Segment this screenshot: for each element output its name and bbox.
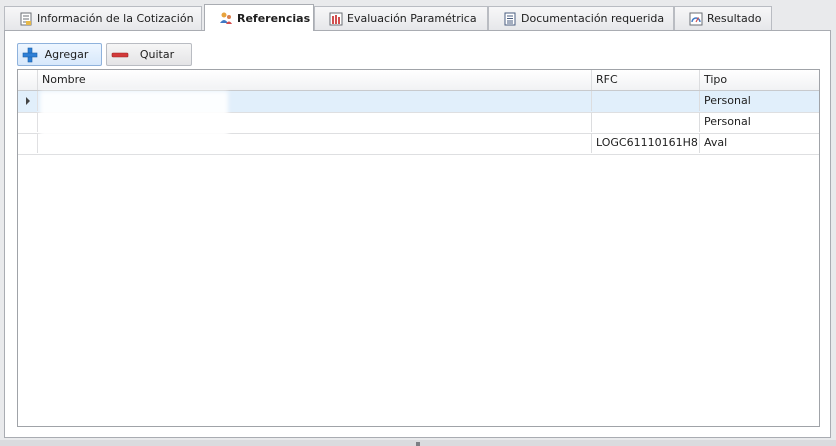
referencias-panel: Agregar Quitar Nombre RFC Tipo Personal … (4, 30, 831, 438)
tab-informacion-cotizacion[interactable]: Información de la Cotización (4, 6, 202, 30)
indicator-header (18, 70, 38, 90)
cell-rfc[interactable] (592, 112, 700, 132)
cell-rfc[interactable]: LOGC61110161H8 (592, 133, 700, 153)
row-pointer-icon (26, 97, 30, 105)
cell-rfc[interactable] (592, 91, 700, 111)
tab-label: Referencias (237, 11, 311, 25)
bar-chart-icon (329, 12, 343, 26)
people-icon (219, 11, 233, 25)
resize-grip-icon[interactable] (416, 442, 420, 446)
tab-label: Información de la Cotización (37, 12, 194, 25)
plus-icon (22, 47, 38, 63)
tab-documentacion-requerida[interactable]: Documentación requerida (488, 6, 674, 30)
checklist-icon (503, 12, 517, 26)
tab-evaluacion-parametrica[interactable]: Evaluación Paramétrica (314, 6, 488, 30)
referencias-grid: Nombre RFC Tipo Personal Personal LOGC61… (17, 69, 820, 427)
tab-resultado[interactable]: Resultado (674, 6, 772, 30)
minus-icon (111, 47, 129, 63)
quitar-label: Quitar (139, 48, 175, 61)
column-header-rfc[interactable]: RFC (592, 70, 700, 90)
column-header-nombre[interactable]: Nombre (38, 70, 592, 90)
cell-tipo[interactable]: Personal (700, 91, 819, 111)
tab-label: Resultado (707, 12, 762, 25)
tab-referencias[interactable]: Referencias (204, 4, 314, 31)
redacted-names-overlay (40, 91, 228, 151)
quitar-button[interactable]: Quitar (106, 43, 192, 66)
column-header-tipo[interactable]: Tipo (700, 70, 819, 90)
agregar-button[interactable]: Agregar (17, 43, 102, 66)
tab-label: Evaluación Paramétrica (347, 12, 477, 25)
row-indicator (18, 91, 38, 111)
tab-label: Documentación requerida (521, 12, 665, 25)
row-indicator (18, 133, 38, 153)
agregar-label: Agregar (44, 48, 89, 61)
cell-tipo[interactable]: Aval (700, 133, 819, 153)
gauge-icon (689, 12, 703, 26)
grid-header: Nombre RFC Tipo (18, 70, 819, 91)
document-icon (19, 12, 33, 26)
row-indicator (18, 112, 38, 132)
cell-tipo[interactable]: Personal (700, 112, 819, 132)
tab-strip: Información de la Cotización Referencias… (0, 0, 836, 31)
